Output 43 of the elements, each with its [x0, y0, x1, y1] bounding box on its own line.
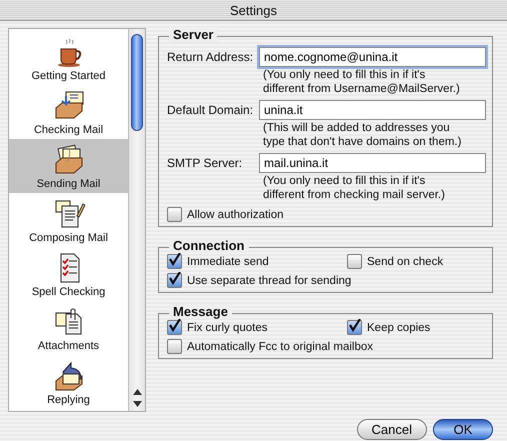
field-label: Return Address:	[167, 50, 254, 64]
text-field[interactable]: mail.unina.it	[259, 153, 486, 173]
sidebar-item[interactable]: Attachments	[9, 301, 128, 355]
help-text: (This will be added to addresses you type that don't have domains on them.)	[262, 121, 462, 149]
window-title: Settings	[230, 2, 277, 18]
scroll-thumb[interactable]	[131, 34, 143, 131]
outbox-tray-icon	[52, 144, 84, 176]
group-title: Server	[169, 27, 218, 42]
help-text: (You only need to fill this in if it's different from checking mail server.)	[262, 174, 446, 202]
text-field[interactable]: unina.it	[259, 100, 486, 120]
checkbox-label: Fix curly quotes	[187, 322, 268, 334]
checkbox[interactable]	[167, 339, 182, 354]
sidebar-item[interactable]: Sending Mail	[9, 139, 128, 193]
checkbox[interactable]	[347, 320, 362, 335]
checkbox-label: Keep copies	[367, 322, 430, 334]
checkbox-label: Allow authorization	[187, 208, 284, 220]
sidebar-item[interactable]: Composing Mail	[9, 193, 128, 247]
scroll-down-icon[interactable]	[132, 401, 142, 407]
checkbox-label: Send on check	[367, 256, 444, 268]
checkbox[interactable]	[347, 254, 362, 269]
document-pencil-icon	[52, 198, 84, 230]
default-button[interactable]: OK	[433, 419, 493, 440]
checkbox[interactable]	[167, 254, 182, 269]
sidebar-item[interactable]: Getting Started	[9, 31, 128, 85]
scroll-up-icon[interactable]	[132, 389, 142, 395]
text-field[interactable]: nome.cognome@unina.it	[259, 47, 486, 67]
checkbox[interactable]	[167, 320, 182, 335]
sidebar-item[interactable]: Replying	[9, 355, 128, 409]
scrollbar[interactable]	[128, 29, 145, 411]
push-button[interactable]: Cancel	[356, 419, 427, 440]
reply-tray-icon	[52, 360, 84, 392]
field-label: SMTP Server:	[167, 156, 244, 170]
checkbox-label: Immediate send	[187, 256, 269, 268]
field-label: Default Domain:	[167, 103, 254, 117]
sidebar-item[interactable]: Checking Mail	[9, 85, 128, 139]
checkbox-label: Use separate thread for sending	[187, 274, 352, 286]
group-title: Message	[169, 304, 232, 319]
help-text: (You only need to fill this in if it's different from Username@MailServer.)	[262, 68, 461, 96]
checkbox-label: Automatically Fcc to original mailbox	[187, 340, 373, 352]
sidebar-item[interactable]: Spell Checking	[9, 247, 128, 301]
checkbox[interactable]	[167, 273, 182, 288]
group-title: Connection	[169, 238, 248, 253]
checkbox[interactable]	[167, 207, 182, 222]
